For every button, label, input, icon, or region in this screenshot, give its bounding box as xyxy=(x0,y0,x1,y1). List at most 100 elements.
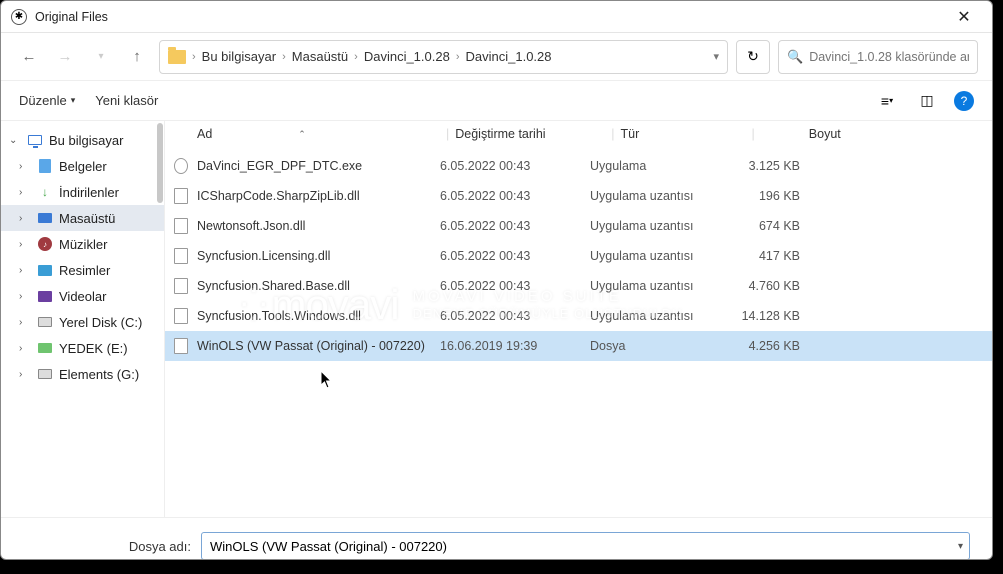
window-title: Original Files xyxy=(35,10,946,24)
tree-disk-g[interactable]: › Elements (G:) xyxy=(1,361,164,387)
file-type: Uygulama uzantısı xyxy=(590,249,720,263)
file-row[interactable]: Syncfusion.Shared.Base.dll 6.05.2022 00:… xyxy=(165,271,992,301)
file-icon xyxy=(165,158,197,174)
refresh-button[interactable]: ↻ xyxy=(736,40,770,74)
toolbar: Düzenle▾ Yeni klasör ≡ ▾ ◫ ? xyxy=(1,81,992,121)
crumb-folder1[interactable]: Davinci_1.0.28 xyxy=(364,49,450,64)
file-row[interactable]: Newtonsoft.Json.dll 6.05.2022 00:43 Uygu… xyxy=(165,211,992,241)
filename-input[interactable]: WinOLS (VW Passat (Original) - 007220) ▾ xyxy=(201,532,970,560)
file-list: Ad⌃ | Değiştirme tarihi | Tür | Boyut Da… xyxy=(165,121,992,517)
column-headers: Ad⌃ | Değiştirme tarihi | Tür | Boyut xyxy=(165,121,992,151)
file-icon xyxy=(165,188,197,204)
col-header-name[interactable]: Ad⌃ xyxy=(165,127,440,141)
file-type: Uygulama uzantısı xyxy=(590,279,720,293)
computer-icon xyxy=(27,132,43,148)
file-name: WinOLS (VW Passat (Original) - 007220) xyxy=(197,339,440,353)
file-icon xyxy=(165,338,197,354)
app-icon: ✱ xyxy=(11,9,27,25)
crumb-desktop[interactable]: Masaüstü xyxy=(292,49,348,64)
tree-root-computer[interactable]: ⌄ Bu bilgisayar xyxy=(1,127,164,153)
new-folder-button[interactable]: Yeni klasör xyxy=(95,93,158,108)
tree-pictures[interactable]: › Resimler xyxy=(1,257,164,283)
pictures-icon xyxy=(37,262,53,278)
file-date: 16.06.2019 19:39 xyxy=(440,339,590,353)
file-row[interactable]: ICSharpCode.SharpZipLib.dll 6.05.2022 00… xyxy=(165,181,992,211)
file-type: Uygulama xyxy=(590,159,720,173)
file-icon xyxy=(165,248,197,264)
file-name: Newtonsoft.Json.dll xyxy=(197,219,440,233)
titlebar: ✱ Original Files ✕ xyxy=(1,1,992,33)
tree-disk-e[interactable]: › YEDEK (E:) xyxy=(1,335,164,361)
file-type: Uygulama uzantısı xyxy=(590,189,720,203)
filename-dropdown-icon[interactable]: ▾ xyxy=(958,541,963,552)
forward-button[interactable]: → xyxy=(51,43,79,71)
documents-icon xyxy=(37,158,53,174)
file-date: 6.05.2022 00:43 xyxy=(440,249,590,263)
file-date: 6.05.2022 00:43 xyxy=(440,219,590,233)
tree-downloads[interactable]: › ↓ İndirilenler xyxy=(1,179,164,205)
chevron-right-icon: › xyxy=(19,239,31,250)
organize-menu[interactable]: Düzenle▾ xyxy=(19,93,75,108)
chevron-right-icon: › xyxy=(19,369,31,380)
file-dialog-window: ✱ Original Files ✕ ← → ▾ ↑ › Bu bilgisay… xyxy=(0,0,993,560)
file-row[interactable]: Syncfusion.Licensing.dll 6.05.2022 00:43… xyxy=(165,241,992,271)
file-size: 4.760 KB xyxy=(720,279,800,293)
tree-documents[interactable]: › Belgeler xyxy=(1,153,164,179)
crumb-computer[interactable]: Bu bilgisayar xyxy=(202,49,276,64)
back-button[interactable]: ← xyxy=(15,43,43,71)
file-type: Dosya xyxy=(590,339,720,353)
chevron-right-icon: › xyxy=(19,213,31,224)
sidebar-scrollbar[interactable] xyxy=(157,123,163,203)
search-box[interactable]: 🔍 xyxy=(778,40,978,74)
footer: Dosya adı: WinOLS (VW Passat (Original) … xyxy=(1,517,992,560)
file-type: Uygulama uzantısı xyxy=(590,219,720,233)
preview-pane-button[interactable]: ◫ xyxy=(914,88,940,114)
file-size: 417 KB xyxy=(720,249,800,263)
view-mode-button[interactable]: ≡ ▾ xyxy=(874,88,900,114)
file-icon xyxy=(165,278,197,294)
crumb-folder2[interactable]: Davinci_1.0.28 xyxy=(466,49,552,64)
file-name: DaVinci_EGR_DPF_DTC.exe xyxy=(197,159,440,173)
disk-icon xyxy=(37,314,53,330)
chevron-right-icon: › xyxy=(19,265,31,276)
help-button[interactable]: ? xyxy=(954,91,974,111)
file-row[interactable]: DaVinci_EGR_DPF_DTC.exe 6.05.2022 00:43 … xyxy=(165,151,992,181)
usb-icon xyxy=(37,340,53,356)
close-button[interactable]: ✕ xyxy=(946,3,982,31)
chevron-right-icon: › xyxy=(456,51,460,63)
search-input[interactable] xyxy=(809,50,969,64)
up-button[interactable]: ↑ xyxy=(123,43,151,71)
col-header-type[interactable]: Tür xyxy=(621,127,746,141)
music-icon: ♪ xyxy=(37,236,53,252)
sort-indicator-icon: ⌃ xyxy=(298,129,306,140)
file-size: 4.256 KB xyxy=(720,339,800,353)
recent-dropdown[interactable]: ▾ xyxy=(87,43,115,71)
tree-music[interactable]: › ♪ Müzikler xyxy=(1,231,164,257)
chevron-down-icon: ⌄ xyxy=(9,135,21,146)
videos-icon xyxy=(37,288,53,304)
file-date: 6.05.2022 00:43 xyxy=(440,279,590,293)
breadcrumb-dropdown[interactable]: ▾ xyxy=(713,50,719,63)
chevron-right-icon: › xyxy=(19,291,31,302)
col-header-date[interactable]: Değiştirme tarihi xyxy=(455,127,605,141)
file-date: 6.05.2022 00:43 xyxy=(440,309,590,323)
file-size: 674 KB xyxy=(720,219,800,233)
tree-local-disk-c[interactable]: › Yerel Disk (C:) xyxy=(1,309,164,335)
col-header-size[interactable]: Boyut xyxy=(761,127,841,141)
chevron-right-icon: › xyxy=(282,51,286,63)
file-name: Syncfusion.Licensing.dll xyxy=(197,249,440,263)
file-icon xyxy=(165,218,197,234)
file-name: Syncfusion.Shared.Base.dll xyxy=(197,279,440,293)
tree-desktop[interactable]: › Masaüstü xyxy=(1,205,164,231)
sidebar: ⌄ Bu bilgisayar › Belgeler › ↓ İndirilen… xyxy=(1,121,165,517)
file-row[interactable]: WinOLS (VW Passat (Original) - 007220) 1… xyxy=(165,331,992,361)
file-size: 196 KB xyxy=(720,189,800,203)
search-icon: 🔍 xyxy=(787,49,803,65)
filename-label: Dosya adı: xyxy=(23,539,191,554)
file-icon xyxy=(165,308,197,324)
tree-videos[interactable]: › Videolar xyxy=(1,283,164,309)
file-name: ICSharpCode.SharpZipLib.dll xyxy=(197,189,440,203)
file-row[interactable]: Syncfusion.Tools.Windows.dll 6.05.2022 0… xyxy=(165,301,992,331)
breadcrumb[interactable]: › Bu bilgisayar › Masaüstü › Davinci_1.0… xyxy=(159,40,728,74)
chevron-right-icon: › xyxy=(354,51,358,63)
